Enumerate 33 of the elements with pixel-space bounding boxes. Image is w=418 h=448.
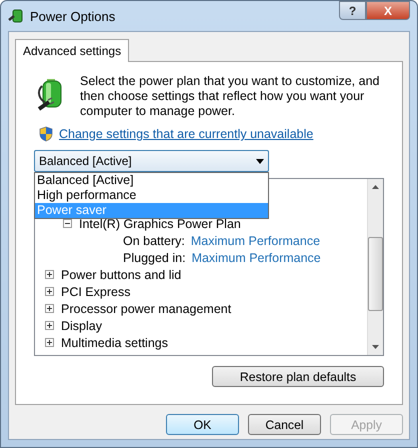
tab[interactable]: Advanced settings (15, 39, 130, 62)
help-button[interactable]: ? (339, 1, 366, 20)
expand-icon[interactable] (45, 270, 54, 279)
scroll-up-icon[interactable] (372, 185, 379, 189)
restore-defaults-button[interactable]: Restore plan defaults (212, 366, 384, 387)
change-settings-link[interactable]: Change settings that are currently unavailable (59, 127, 314, 141)
dropdown-option[interactable]: Balanced [Active] (35, 173, 268, 188)
dialog-button[interactable]: Cancel (248, 414, 321, 435)
shield-icon (39, 126, 53, 142)
plan-dropdown[interactable]: Balanced [Active] (34, 150, 269, 172)
tree-item[interactable]: Intel(R) Graphics Power Plan (79, 216, 241, 230)
tree-item[interactable]: Processor power management (61, 302, 232, 316)
setting-value[interactable]: Maximum Performance (190, 234, 320, 248)
dialog-button[interactable]: OK (166, 414, 239, 435)
expand-icon[interactable] (45, 304, 54, 313)
collapse-icon[interactable] (63, 219, 72, 228)
expand-icon[interactable] (45, 338, 54, 347)
tree-item[interactable]: Power buttons and lid (61, 268, 182, 282)
tree-item[interactable]: Display (61, 318, 102, 332)
setting-label: On battery: (123, 234, 185, 248)
scrollbar[interactable] (367, 179, 383, 355)
setting-value[interactable]: Maximum Performance (192, 250, 321, 264)
expand-icon[interactable] (45, 321, 54, 330)
battery-plug-icon (8, 8, 24, 24)
setting-label: Plugged in: (123, 250, 186, 264)
window-title: Power Options (30, 8, 116, 24)
caret-icon (256, 158, 264, 164)
dropdown-option[interactable]: High performance (35, 188, 268, 203)
tree-item[interactable]: PCI Express (61, 284, 130, 298)
instruction-text: Select the power plan that you want to customize, and then choose settings that reflect how you want your computer to manage power. (80, 74, 380, 119)
tree-item[interactable]: Multimedia settings (61, 336, 168, 350)
expand-icon[interactable] (45, 287, 54, 296)
scroll-down-icon[interactable] (372, 345, 379, 349)
